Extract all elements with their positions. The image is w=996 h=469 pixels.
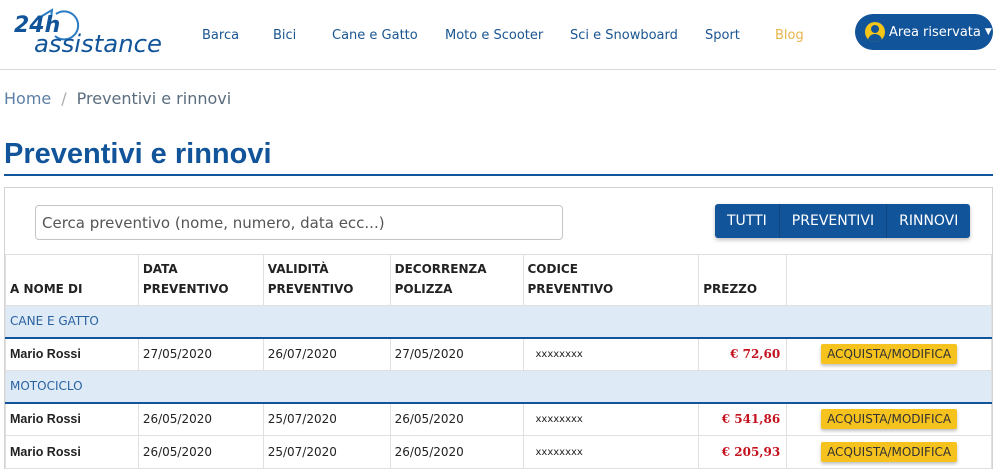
quotes-table: A NOME DI DATA PREVENTIVO VALIDITÀ PREVENT… bbox=[5, 254, 992, 469]
cell-data-preventivo: 26/05/2020 bbox=[137, 435, 264, 469]
cell-data-preventivo: 26/05/2020 bbox=[137, 402, 264, 436]
col-header-validita-preventivo[interactable]: VALIDITÀ PREVENTIVO bbox=[262, 254, 391, 306]
filter-tutti-button[interactable]: TUTTI bbox=[715, 204, 780, 238]
cell-codice: xxxxxxxx bbox=[522, 435, 700, 469]
filter-rinnovi-button[interactable]: RINNOVI bbox=[887, 204, 970, 238]
group-row-motociclo: MOTOCICLO bbox=[5, 370, 992, 404]
cell-data-preventivo: 27/05/2020 bbox=[137, 337, 264, 371]
breadcrumb: Home / Preventivi e rinnovi bbox=[4, 89, 231, 108]
col-header-codice-preventivo[interactable]: CODICE PREVENTIVO bbox=[522, 254, 700, 306]
nav-item-sport[interactable]: Sport bbox=[705, 28, 740, 43]
cell-nome: Mario Rossi bbox=[5, 402, 139, 436]
acquista-modifica-button[interactable]: ACQUISTA/MODIFICA bbox=[821, 442, 958, 462]
cell-validita: 25/07/2020 bbox=[262, 402, 391, 436]
table-row: Mario Rossi 26/05/2020 25/07/2020 26/05/… bbox=[5, 402, 992, 436]
cell-action: ACQUISTA/MODIFICA bbox=[786, 402, 992, 436]
cell-prezzo: € 541,86 bbox=[698, 402, 788, 436]
group-label: CANE E GATTO bbox=[5, 305, 992, 339]
filter-preventivi-button[interactable]: PREVENTIVI bbox=[780, 204, 888, 238]
cell-nome: Mario Rossi bbox=[5, 337, 139, 371]
filter-button-group: TUTTI PREVENTIVI RINNOVI bbox=[715, 204, 971, 238]
quotes-panel: TUTTI PREVENTIVI RINNOVI A NOME DI DATAP… bbox=[4, 187, 993, 469]
cell-codice: xxxxxxxx bbox=[522, 402, 700, 436]
nav-item-bici[interactable]: Bici bbox=[273, 28, 296, 43]
acquista-modifica-button[interactable]: ACQUISTA/MODIFICA bbox=[821, 344, 958, 365]
cell-action: ACQUISTA/MODIFICA bbox=[786, 337, 992, 371]
breadcrumb-separator: / bbox=[61, 89, 67, 108]
col-header-action bbox=[786, 254, 992, 306]
page-title: Preventivi e rinnovi bbox=[4, 138, 272, 170]
col-header-decorrenza-polizza[interactable]: DECORRENZA POLIZZA bbox=[389, 254, 524, 306]
site-header: 24h assistance Barca Bici Cane e Gatto M… bbox=[0, 0, 996, 70]
col-header-prezzo[interactable]: PREZZO bbox=[698, 254, 788, 306]
logo-graphic: 24h assistance bbox=[14, 8, 162, 58]
nav-item-cane-gatto[interactable]: Cane e Gatto bbox=[332, 28, 418, 43]
user-icon bbox=[865, 22, 885, 42]
nav-item-blog[interactable]: Blog bbox=[775, 28, 804, 43]
table-row: Mario Rossi 26/05/2020 25/07/2020 26/05/… bbox=[5, 435, 992, 469]
cell-prezzo: € 72,60 bbox=[698, 337, 788, 371]
col-header-data-preventivo[interactable]: DATA PREVENTIVO bbox=[137, 254, 264, 306]
account-button[interactable]: Area riservata ▼ bbox=[855, 14, 993, 50]
cell-validita: 25/07/2020 bbox=[262, 435, 391, 469]
cell-prezzo: € 205,93 bbox=[698, 435, 788, 469]
title-divider bbox=[4, 174, 993, 176]
cell-nome: Mario Rossi bbox=[5, 435, 139, 469]
table-header-row: A NOME DI DATA PREVENTIVO VALIDITÀ PREVENT… bbox=[5, 254, 992, 306]
nav-item-sci-snowboard[interactable]: Sci e Snowboard bbox=[570, 28, 678, 43]
logo-main-text: assistance bbox=[34, 30, 162, 58]
cell-decorrenza: 27/05/2020 bbox=[389, 337, 524, 371]
breadcrumb-current: Preventivi e rinnovi bbox=[76, 89, 232, 108]
search-input[interactable] bbox=[35, 205, 563, 240]
cell-codice: xxxxxxxx bbox=[522, 337, 700, 371]
nav-item-barca[interactable]: Barca bbox=[202, 28, 239, 43]
cell-action: ACQUISTA/MODIFICA bbox=[786, 435, 992, 469]
table-row: Mario Rossi 27/05/2020 26/07/2020 27/05/… bbox=[5, 337, 992, 371]
acquista-modifica-button[interactable]: ACQUISTA/MODIFICA bbox=[821, 409, 958, 430]
group-row-cane-gatto: CANE E GATTO bbox=[5, 305, 992, 339]
account-label: Area riservata bbox=[889, 24, 981, 40]
col-header-nome[interactable]: A NOME DI bbox=[5, 254, 139, 306]
nav-item-moto-scooter[interactable]: Moto e Scooter bbox=[445, 28, 543, 43]
breadcrumb-home[interactable]: Home bbox=[4, 89, 51, 108]
cell-decorrenza: 26/05/2020 bbox=[389, 435, 524, 469]
cell-validita: 26/07/2020 bbox=[262, 337, 391, 371]
brand-logo[interactable]: 24h assistance bbox=[12, 6, 170, 58]
caret-down-icon: ▼ bbox=[984, 27, 992, 37]
cell-decorrenza: 26/05/2020 bbox=[389, 402, 524, 436]
group-label: MOTOCICLO bbox=[5, 370, 992, 404]
